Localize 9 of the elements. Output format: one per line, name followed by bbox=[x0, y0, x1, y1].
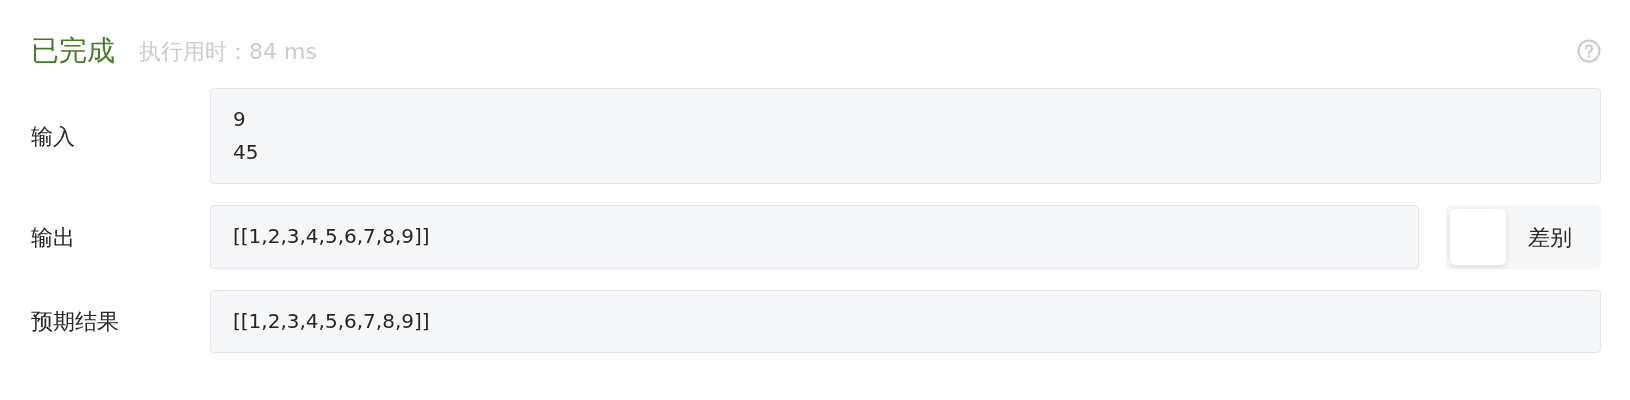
output-field: [[1,2,3,4,5,6,7,8,9]] bbox=[210, 290, 1601, 353]
help-icon[interactable] bbox=[1577, 39, 1601, 63]
field-label: 输入 bbox=[31, 122, 76, 151]
output-field: [[1,2,3,4,5,6,7,8,9]] bbox=[210, 205, 1419, 269]
field-label: 预期结果 bbox=[31, 308, 120, 336]
status-label: 已完成 bbox=[31, 33, 115, 69]
output-field: 9 45 bbox=[210, 88, 1601, 184]
field-label: 输出 bbox=[31, 223, 76, 252]
diff-toggle[interactable]: 差别 bbox=[1446, 205, 1601, 269]
